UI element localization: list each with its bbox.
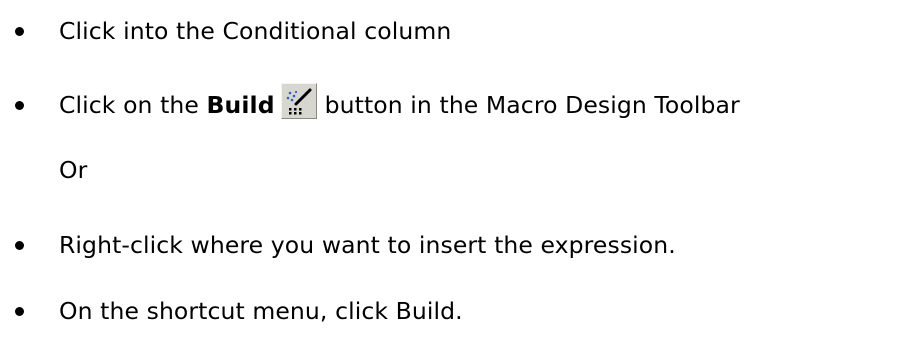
bullet <box>15 101 24 110</box>
step-text-prefix: Click on the <box>59 91 207 119</box>
bullet <box>15 307 24 316</box>
bullet <box>15 27 24 36</box>
step-text: On the shortcut menu, click Build. <box>59 297 463 325</box>
or-text: Or <box>59 156 88 184</box>
build-label: Build <box>206 91 275 119</box>
bullet <box>15 241 24 250</box>
step-text: Click into the Conditional column <box>59 17 452 45</box>
step-text: Click on the Build button in the Macro D… <box>59 83 740 125</box>
step-text: Right-click where you want to insert the… <box>59 231 676 259</box>
instructions-document: Click into the Conditional column Click … <box>0 0 901 340</box>
step-text-suffix: button in the Macro Design Toolbar <box>324 91 740 119</box>
build-wand-icon[interactable] <box>280 83 317 119</box>
